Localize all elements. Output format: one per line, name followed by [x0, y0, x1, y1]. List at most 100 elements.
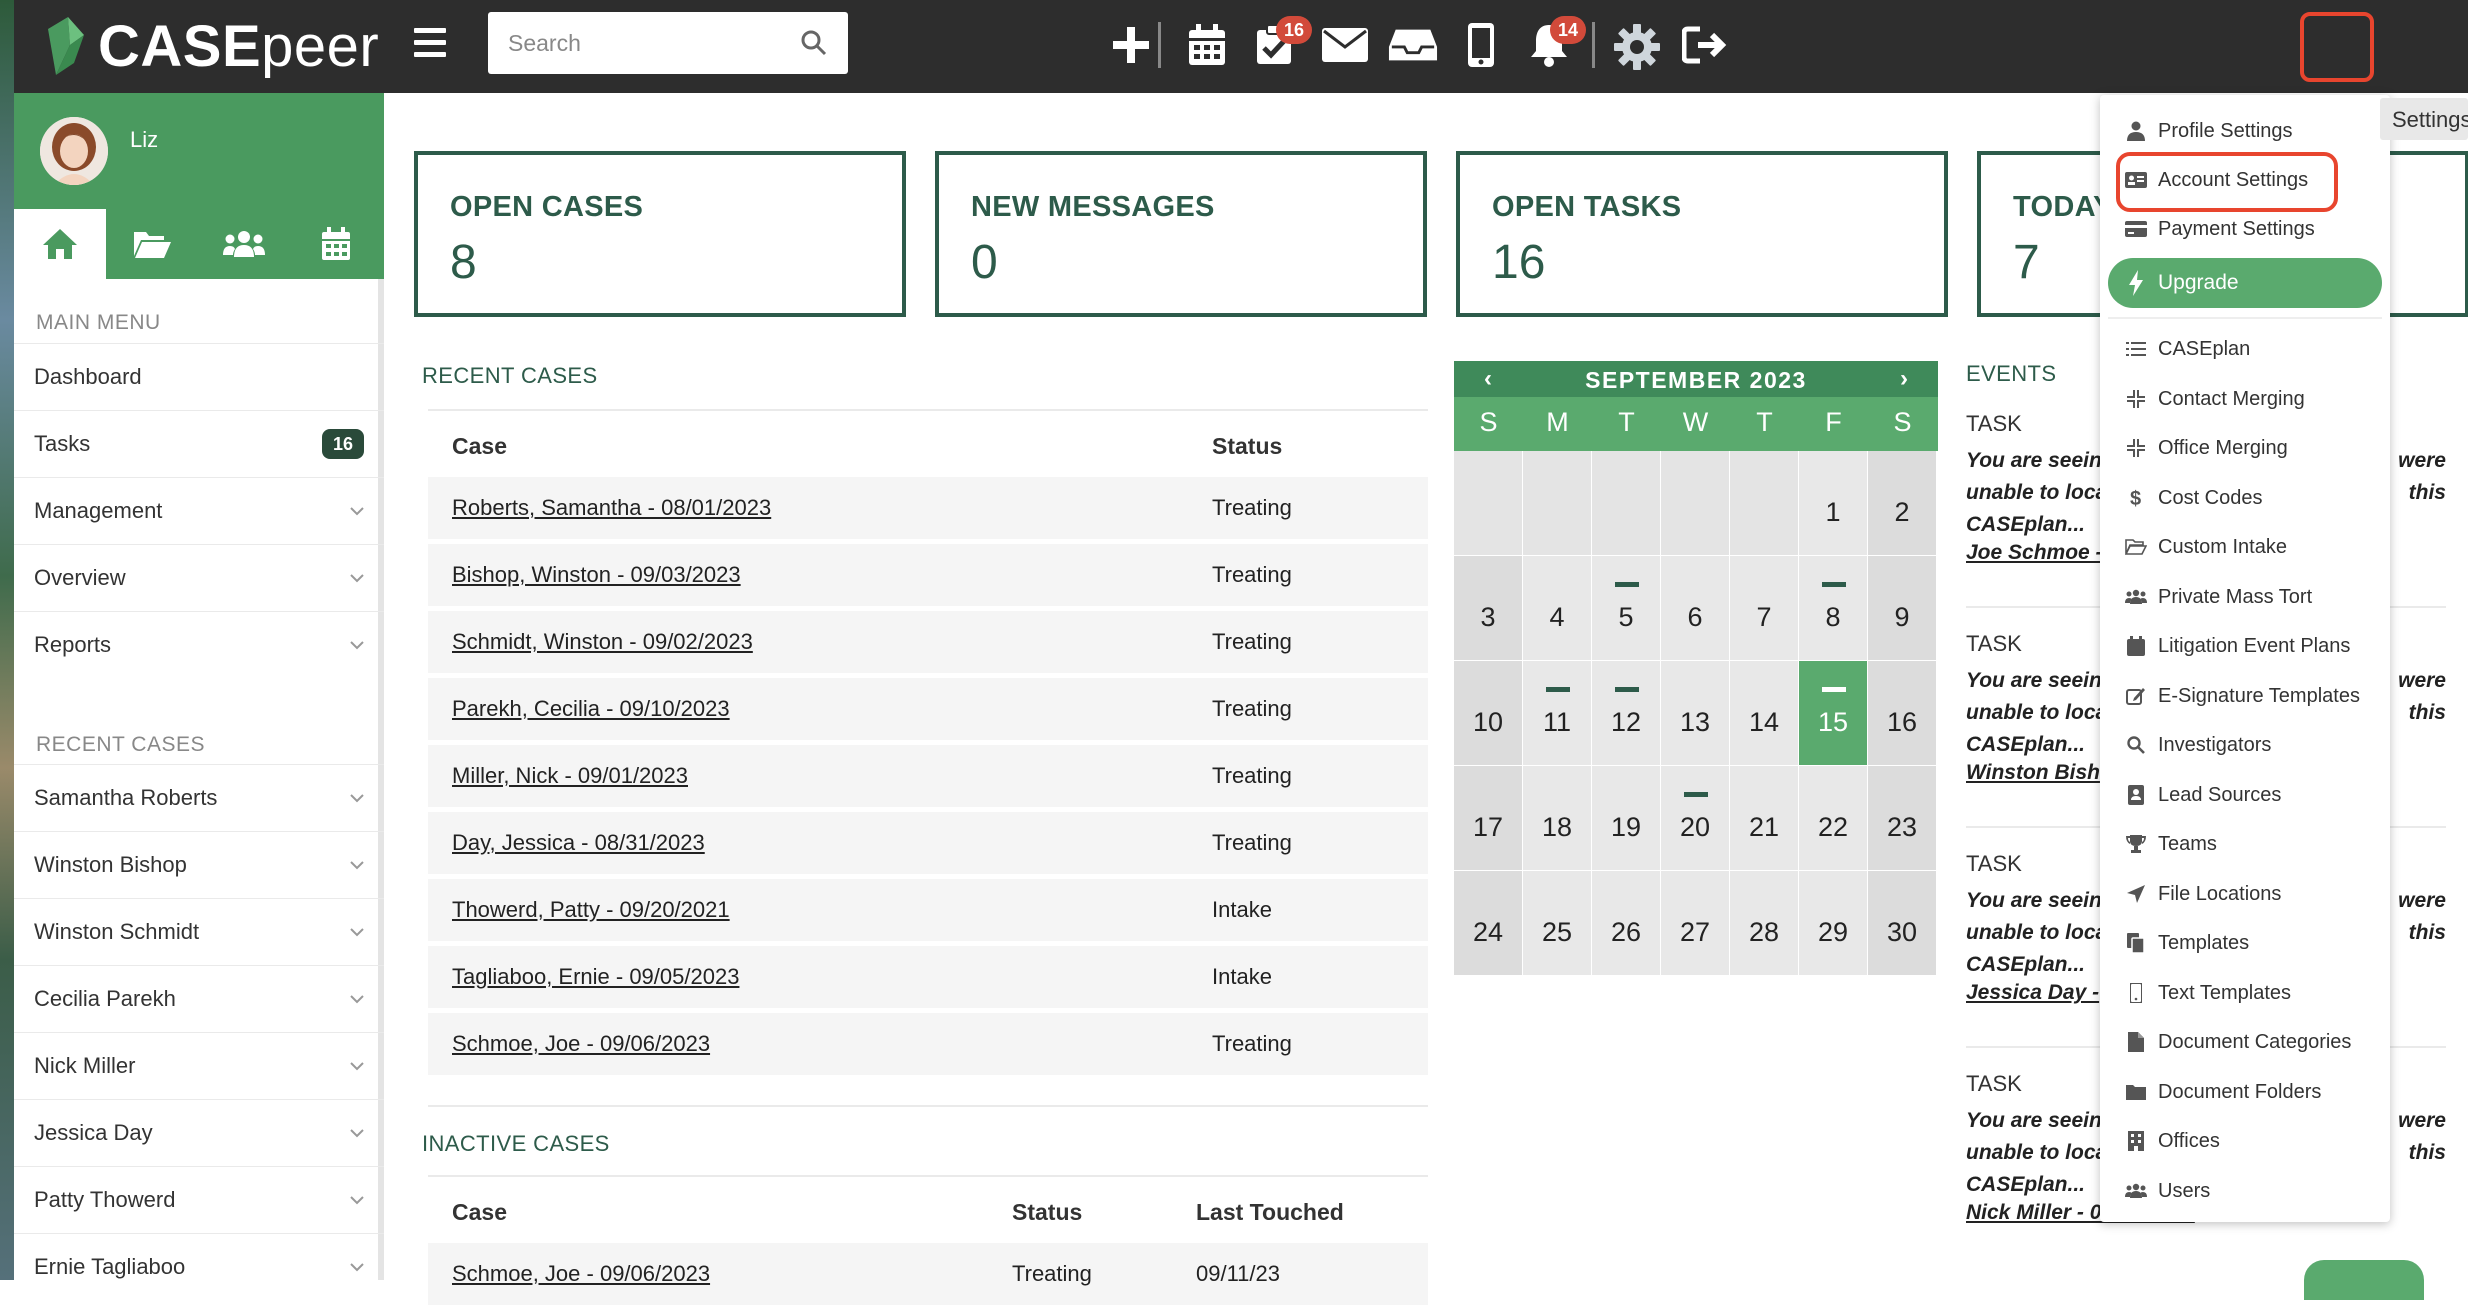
settings-menu-item-caseplan[interactable]: CASEplan	[2108, 327, 2382, 371]
calendar-day[interactable]: 15	[1799, 661, 1868, 766]
settings-menu-item-investigators[interactable]: Investigators	[2108, 723, 2382, 767]
calendar-day[interactable]: 30	[1868, 871, 1937, 976]
calendar-day[interactable]: 2	[1868, 451, 1937, 556]
calendar-day[interactable]: 23	[1868, 766, 1937, 871]
case-link[interactable]: Schmidt, Winston - 09/02/2023	[452, 629, 753, 655]
chevron-down-icon[interactable]	[348, 1191, 366, 1209]
settings-menu-item-document-folders[interactable]: Document Folders	[2108, 1070, 2382, 1114]
casepeer-logo[interactable]: CASEpeer	[44, 8, 379, 84]
calendar-day[interactable]: 14	[1730, 661, 1799, 766]
event-case-link[interactable]: Winston Bish	[1966, 761, 2100, 785]
calendar-day[interactable]: 17	[1454, 766, 1523, 871]
calendar-day[interactable]: 4	[1523, 556, 1592, 661]
chat-fab-button[interactable]	[2304, 1260, 2424, 1300]
upgrade-button[interactable]: Upgrade	[2108, 258, 2382, 308]
logout-icon[interactable]	[1680, 20, 1730, 70]
calendar-day[interactable]: 20	[1661, 766, 1730, 871]
sidebar-item-tasks[interactable]: Tasks 16	[14, 410, 384, 477]
event-case-link[interactable]: Jessica Day -	[1966, 981, 2099, 1005]
settings-menu-item-text-templates[interactable]: Text Templates	[2108, 971, 2382, 1015]
event-case-link[interactable]: Joe Schmoe -	[1966, 541, 2103, 565]
avatar[interactable]	[40, 117, 108, 185]
sidebar-item-reports[interactable]: Reports	[14, 611, 384, 678]
search-icon[interactable]	[800, 29, 828, 57]
calendar-day[interactable]: 9	[1868, 556, 1937, 661]
settings-menu-item-lead-sources[interactable]: Lead Sources	[2108, 773, 2382, 817]
chevron-down-icon[interactable]	[348, 923, 366, 941]
calendar-day[interactable]: 13	[1661, 661, 1730, 766]
settings-menu-item-teams[interactable]: Teams	[2108, 822, 2382, 866]
calendar-icon[interactable]	[1182, 20, 1232, 70]
sidebar-recent-case[interactable]: Samantha Roberts	[14, 764, 384, 831]
calendar-day[interactable]: 8	[1799, 556, 1868, 661]
calendar-day[interactable]: 5	[1592, 556, 1661, 661]
calendar-day[interactable]: 11	[1523, 661, 1592, 766]
chevron-down-icon[interactable]	[348, 856, 366, 874]
sidebar-recent-case[interactable]: Patty Thowerd	[14, 1166, 384, 1233]
tab-calendar[interactable]	[290, 209, 382, 279]
settings-menu-item-profile-settings[interactable]: Profile Settings	[2108, 109, 2382, 153]
add-icon[interactable]	[1106, 20, 1156, 70]
calendar-day[interactable]: 21	[1730, 766, 1799, 871]
calendar-day[interactable]: 7	[1730, 556, 1799, 661]
calendar-day[interactable]: 28	[1730, 871, 1799, 976]
stat-card[interactable]: NEW MESSAGES 0	[935, 151, 1427, 317]
settings-menu-item-payment-settings[interactable]: Payment Settings	[2108, 207, 2382, 251]
stat-card[interactable]: OPEN TASKS 16	[1456, 151, 1948, 317]
settings-menu-item-litigation-event-plans[interactable]: Litigation Event Plans	[2108, 624, 2382, 668]
settings-menu-item-offices[interactable]: Offices	[2108, 1119, 2382, 1163]
settings-menu-item-private-mass-tort[interactable]: Private Mass Tort	[2108, 575, 2382, 619]
sidebar-recent-case[interactable]: Nick Miller	[14, 1032, 384, 1099]
chevron-down-icon[interactable]	[348, 1124, 366, 1142]
calendar-day[interactable]: 24	[1454, 871, 1523, 976]
tab-cases[interactable]	[106, 209, 198, 279]
case-link[interactable]: Parekh, Cecilia - 09/10/2023	[452, 696, 730, 722]
case-link[interactable]: Roberts, Samantha - 08/01/2023	[452, 495, 771, 521]
calendar-day[interactable]: 18	[1523, 766, 1592, 871]
case-link[interactable]: Miller, Nick - 09/01/2023	[452, 763, 688, 789]
tab-home[interactable]	[14, 209, 106, 279]
sidebar-recent-case[interactable]: Winston Schmidt	[14, 898, 384, 965]
case-link[interactable]: Bishop, Winston - 09/03/2023	[452, 562, 741, 588]
chevron-down-icon[interactable]	[348, 502, 366, 520]
sidebar-item-management[interactable]: Management	[14, 477, 384, 544]
sidebar-recent-case[interactable]: Winston Bishop	[14, 831, 384, 898]
settings-menu-item-custom-intake[interactable]: Custom Intake	[2108, 525, 2382, 569]
calendar-day[interactable]: 27	[1661, 871, 1730, 976]
settings-menu-item-office-merging[interactable]: Office Merging	[2108, 426, 2382, 470]
calendar-day[interactable]: 25	[1523, 871, 1592, 976]
settings-gear-icon[interactable]	[1612, 22, 1662, 72]
mail-icon[interactable]	[1320, 20, 1370, 70]
case-link[interactable]: Day, Jessica - 08/31/2023	[452, 830, 705, 856]
sidebar-recent-case[interactable]: Cecilia Parekh	[14, 965, 384, 1032]
tab-contacts[interactable]	[198, 209, 290, 279]
settings-menu-item-e-signature-templates[interactable]: E-Signature Templates	[2108, 674, 2382, 718]
chevron-down-icon[interactable]	[348, 569, 366, 587]
case-link[interactable]: Thowerd, Patty - 09/20/2021	[452, 897, 730, 923]
chevron-down-icon[interactable]	[348, 789, 366, 807]
calendar-day[interactable]: 10	[1454, 661, 1523, 766]
chevron-down-icon[interactable]	[348, 636, 366, 654]
inbox-icon[interactable]	[1388, 20, 1438, 70]
calendar-day[interactable]: 12	[1592, 661, 1661, 766]
settings-menu-item-document-categories[interactable]: Document Categories	[2108, 1020, 2382, 1064]
calendar-day[interactable]: 6	[1661, 556, 1730, 661]
settings-menu-item-file-locations[interactable]: File Locations	[2108, 872, 2382, 916]
menu-toggle-icon[interactable]	[414, 28, 446, 58]
mobile-icon[interactable]	[1456, 20, 1506, 70]
calendar-next-button[interactable]: ›	[1900, 365, 1908, 393]
calendar-day[interactable]: 22	[1799, 766, 1868, 871]
calendar-day[interactable]: 1	[1799, 451, 1868, 556]
sidebar-item-overview[interactable]: Overview	[14, 544, 384, 611]
search-input[interactable]	[488, 12, 788, 74]
calendar-day[interactable]: 26	[1592, 871, 1661, 976]
chevron-down-icon[interactable]	[348, 1057, 366, 1075]
calendar-day[interactable]: 29	[1799, 871, 1868, 976]
settings-menu-item-contact-merging[interactable]: Contact Merging	[2108, 377, 2382, 421]
sidebar-item-dashboard[interactable]: Dashboard	[14, 343, 384, 410]
settings-menu-item-cost-codes[interactable]: $ Cost Codes	[2108, 476, 2382, 520]
calendar-day[interactable]: 3	[1454, 556, 1523, 661]
stat-card[interactable]: OPEN CASES 8	[414, 151, 906, 317]
chevron-down-icon[interactable]	[348, 1258, 366, 1276]
settings-menu-item-templates[interactable]: Templates	[2108, 921, 2382, 965]
